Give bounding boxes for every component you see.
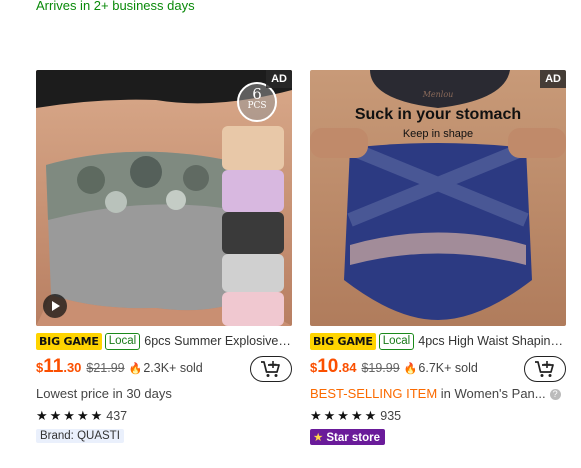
price-main: 11 xyxy=(43,356,64,377)
ad-label: AD xyxy=(266,70,292,88)
product-image[interactable]: 6 PCS AD xyxy=(36,70,292,326)
price-currency: $ xyxy=(36,360,44,375)
pack-count: 6 xyxy=(252,85,262,103)
sold-count: 2.3K+ sold xyxy=(143,361,203,375)
rating[interactable]: ★★★★★ 935 xyxy=(310,408,566,424)
fire-icon: 🔥 xyxy=(128,363,143,375)
price-row: $ 11 .30 $21.99 🔥 2.3K+ sold xyxy=(36,356,292,382)
original-price: $21.99 xyxy=(86,361,125,375)
pack-unit: PCS xyxy=(247,101,267,111)
price-main: 10 xyxy=(317,356,339,377)
local-tag: Local xyxy=(378,332,415,350)
local-tag: Local xyxy=(104,332,141,350)
star-store-badge[interactable]: ★ Star store xyxy=(310,429,385,445)
best-selling-label: BEST-SELLING ITEM xyxy=(310,386,438,401)
brand-mark: Menlou xyxy=(422,90,454,99)
rating-count: 935 xyxy=(380,409,402,423)
rating-count: 437 xyxy=(106,409,128,423)
product-title[interactable]: 4pcs High Waist Shaping ... xyxy=(418,334,566,348)
sold-count: 6.7K+ sold xyxy=(418,361,478,375)
image-headline: Suck in your stomach xyxy=(354,106,522,123)
product-image[interactable]: Menlou Suck in your stomach Keep in shap… xyxy=(310,70,566,326)
price-note: Lowest price in 30 days xyxy=(36,386,172,401)
best-selling-category: in Women's Pan... xyxy=(437,386,546,401)
big-game-tag: BIG GAME xyxy=(310,332,376,350)
star-rating-icon: ★★★★★ xyxy=(310,408,379,423)
price-cents: .84 xyxy=(338,360,357,375)
product-title-row[interactable]: BIG GAME Local 4pcs High Waist Shaping .… xyxy=(310,331,566,351)
original-price: $19.99 xyxy=(361,361,400,375)
add-to-cart-icon xyxy=(261,361,280,377)
add-to-cart-icon xyxy=(535,361,554,377)
best-selling-note[interactable]: BEST-SELLING ITEM in Women's Pan...? xyxy=(310,386,566,404)
price-currency: $ xyxy=(310,360,318,375)
price-row: $ 10 .84 $19.99 🔥 6.7K+ sold xyxy=(310,356,566,382)
star-icon: ★ xyxy=(313,432,324,444)
add-to-cart-button[interactable] xyxy=(524,356,566,382)
fire-icon: 🔥 xyxy=(403,363,418,375)
delivery-note: Arrives in 2+ business days xyxy=(36,0,195,13)
help-icon[interactable]: ? xyxy=(549,389,561,401)
play-icon[interactable] xyxy=(43,294,67,318)
rating[interactable]: ★★★★★ 437 xyxy=(36,408,292,424)
price-cents: .30 xyxy=(63,360,82,375)
image-subline: Keep in shape xyxy=(402,128,474,140)
star-store-label: Star store xyxy=(326,432,380,444)
product-title[interactable]: 6pcs Summer Explosive ... xyxy=(144,334,292,348)
product-card[interactable]: Menlou Suck in your stomach Keep in shap… xyxy=(310,70,566,446)
brand-badge[interactable]: Brand: QUASTI xyxy=(36,429,124,443)
product-card[interactable]: 6 PCS AD BIG GAME Local 6pcs Summer Expl… xyxy=(36,70,292,444)
star-rating-icon: ★★★★★ xyxy=(36,408,105,423)
ad-label: AD xyxy=(540,70,566,88)
product-title-row[interactable]: BIG GAME Local 6pcs Summer Explosive ... xyxy=(36,331,292,351)
big-game-tag: BIG GAME xyxy=(36,332,102,350)
pack-count-badge: 6 PCS xyxy=(238,87,276,111)
add-to-cart-button[interactable] xyxy=(250,356,292,382)
